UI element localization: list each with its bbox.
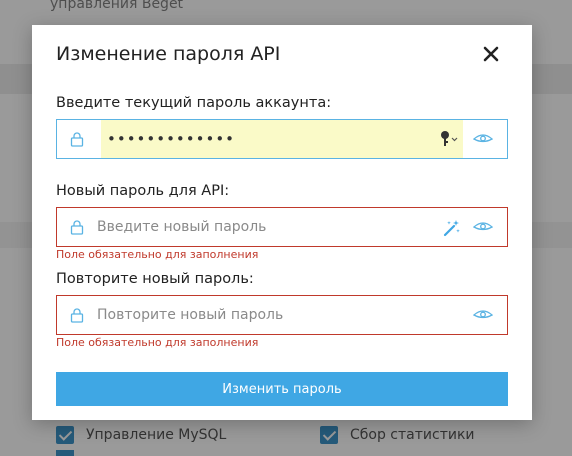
- current-password-label: Введите текущий пароль аккаунта:: [56, 95, 332, 111]
- repeat-password-field: [56, 295, 508, 335]
- checkbox-checked-icon: [320, 426, 338, 444]
- checkbox-label: Сбор статистики: [350, 427, 475, 443]
- change-password-button[interactable]: Изменить пароль: [56, 372, 508, 406]
- background-checkbox-row: Сбор статистики: [320, 424, 475, 446]
- close-icon[interactable]: [482, 45, 500, 63]
- key-icon[interactable]: [439, 130, 459, 148]
- new-password-input[interactable]: [97, 214, 427, 240]
- repeat-password-label: Повторите новый пароль:: [56, 271, 254, 287]
- checkbox-partial: [56, 450, 74, 456]
- change-api-password-dialog: Изменение пароля API Введите текущий пар…: [32, 25, 532, 420]
- eye-icon[interactable]: [473, 132, 493, 146]
- checkbox-checked-icon: [56, 426, 74, 444]
- new-password-error: Поле обязательно для заполнения: [56, 248, 259, 261]
- magic-wand-icon[interactable]: [443, 219, 461, 237]
- background-heading: управления Beget: [50, 0, 184, 12]
- eye-icon[interactable]: [473, 220, 493, 234]
- lock-icon: [70, 220, 84, 235]
- background-checkbox-row: Управление MySQL: [56, 424, 226, 446]
- lock-icon: [70, 132, 84, 147]
- repeat-password-input[interactable]: [97, 302, 457, 328]
- current-password-field: [56, 119, 508, 159]
- current-password-input[interactable]: [107, 126, 407, 152]
- checkbox-label: Управление MySQL: [86, 427, 227, 443]
- lock-icon: [70, 308, 84, 323]
- new-password-label: Новый пароль для API:: [56, 183, 230, 199]
- new-password-field: [56, 207, 508, 247]
- eye-icon[interactable]: [473, 308, 493, 322]
- dialog-title: Изменение пароля API: [56, 43, 281, 65]
- repeat-password-error: Поле обязательно для заполнения: [56, 336, 259, 349]
